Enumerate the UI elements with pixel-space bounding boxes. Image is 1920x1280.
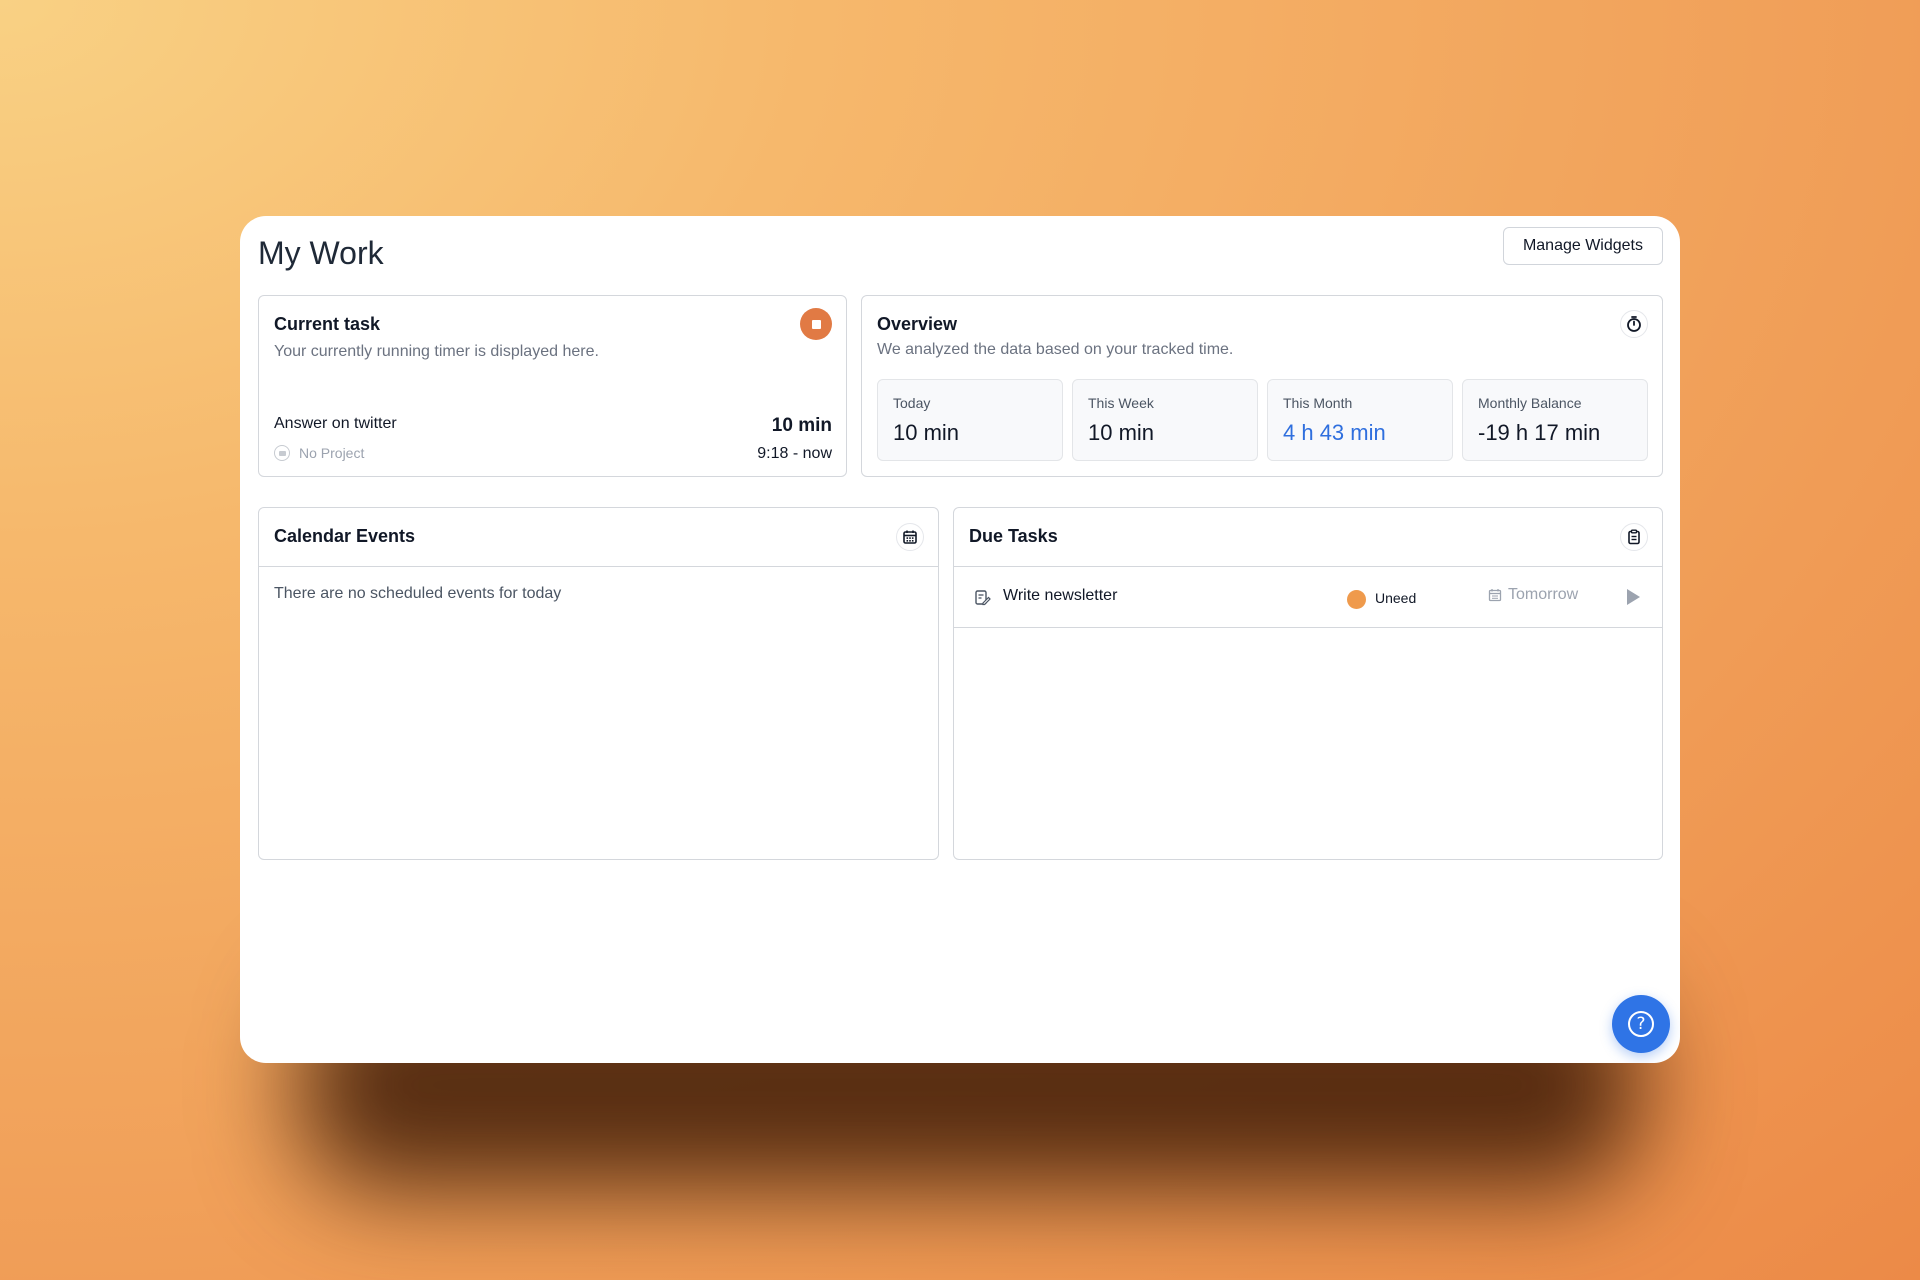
due-tasks-card: Due Tasks Write newsletter Uneed Tomorro… <box>953 507 1663 860</box>
card-divider <box>259 566 938 567</box>
stop-timer-button[interactable] <box>800 308 832 340</box>
stat-this-month: This Month 4 h 43 min <box>1267 379 1453 461</box>
calendar-empty-text: There are no scheduled events for today <box>274 585 562 602</box>
current-task-project: No Project <box>274 445 364 461</box>
stat-value: 10 min <box>1088 420 1155 445</box>
current-task-time-range: 9:18 - now <box>757 445 832 462</box>
app-window: My Work Manage Widgets Current task Your… <box>240 216 1680 1063</box>
stat-label: Monthly Balance <box>1478 395 1582 411</box>
calendar-icon <box>1488 589 1502 602</box>
status-dot <box>1347 590 1366 609</box>
due-task-status: Uneed <box>1375 590 1417 606</box>
due-task-date: Tomorrow <box>1488 586 1578 604</box>
folder-icon <box>274 445 290 461</box>
stopwatch-icon <box>1627 316 1641 332</box>
current-task-card: Current task Your currently running time… <box>258 295 847 477</box>
calendar-button[interactable] <box>896 523 924 551</box>
help-icon: ? <box>1628 1011 1654 1037</box>
current-task-subtitle: Your currently running timer is displaye… <box>274 343 599 360</box>
help-button[interactable]: ? <box>1612 995 1670 1053</box>
stat-value: 4 h 43 min <box>1283 420 1386 445</box>
overview-subtitle: We analyzed the data based on your track… <box>877 341 1234 358</box>
stop-icon <box>811 319 821 329</box>
calendar-events-title: Calendar Events <box>274 526 416 546</box>
due-task-row[interactable]: Write newsletter Uneed Tomorrow <box>954 567 1662 628</box>
due-tasks-title: Due Tasks <box>969 526 1058 546</box>
overview-title: Overview <box>877 314 958 334</box>
current-task-title: Current task <box>274 314 381 334</box>
page-title: My Work <box>258 235 384 271</box>
overview-timer-button[interactable] <box>1620 310 1648 338</box>
calendar-icon <box>903 530 917 544</box>
due-task-title: Write newsletter <box>1003 587 1118 604</box>
manage-widgets-button[interactable]: Manage Widgets <box>1502 227 1663 265</box>
stat-today: Today 10 min <box>877 379 1063 461</box>
stat-this-week: This Week 10 min <box>1072 379 1258 461</box>
due-date-label: Tomorrow <box>1508 586 1579 603</box>
stat-monthly-balance: Monthly Balance -19 h 17 min <box>1462 379 1648 461</box>
play-icon[interactable] <box>1627 589 1640 605</box>
clipboard-icon <box>1628 529 1640 545</box>
current-task-name: Answer on twitter <box>274 415 397 432</box>
project-label: No Project <box>299 445 365 461</box>
stat-label: This Month <box>1283 395 1353 411</box>
stat-label: Today <box>893 395 931 411</box>
stat-value: 10 min <box>893 420 960 445</box>
stat-value: -19 h 17 min <box>1478 420 1601 445</box>
stat-label: This Week <box>1088 395 1154 411</box>
edit-note-icon <box>975 590 991 606</box>
due-tasks-button[interactable] <box>1620 523 1648 551</box>
current-task-duration: 10 min <box>771 415 832 436</box>
calendar-events-card: Calendar Events There are no scheduled e… <box>258 507 939 860</box>
overview-card: Overview We analyzed the data based on y… <box>861 295 1663 477</box>
